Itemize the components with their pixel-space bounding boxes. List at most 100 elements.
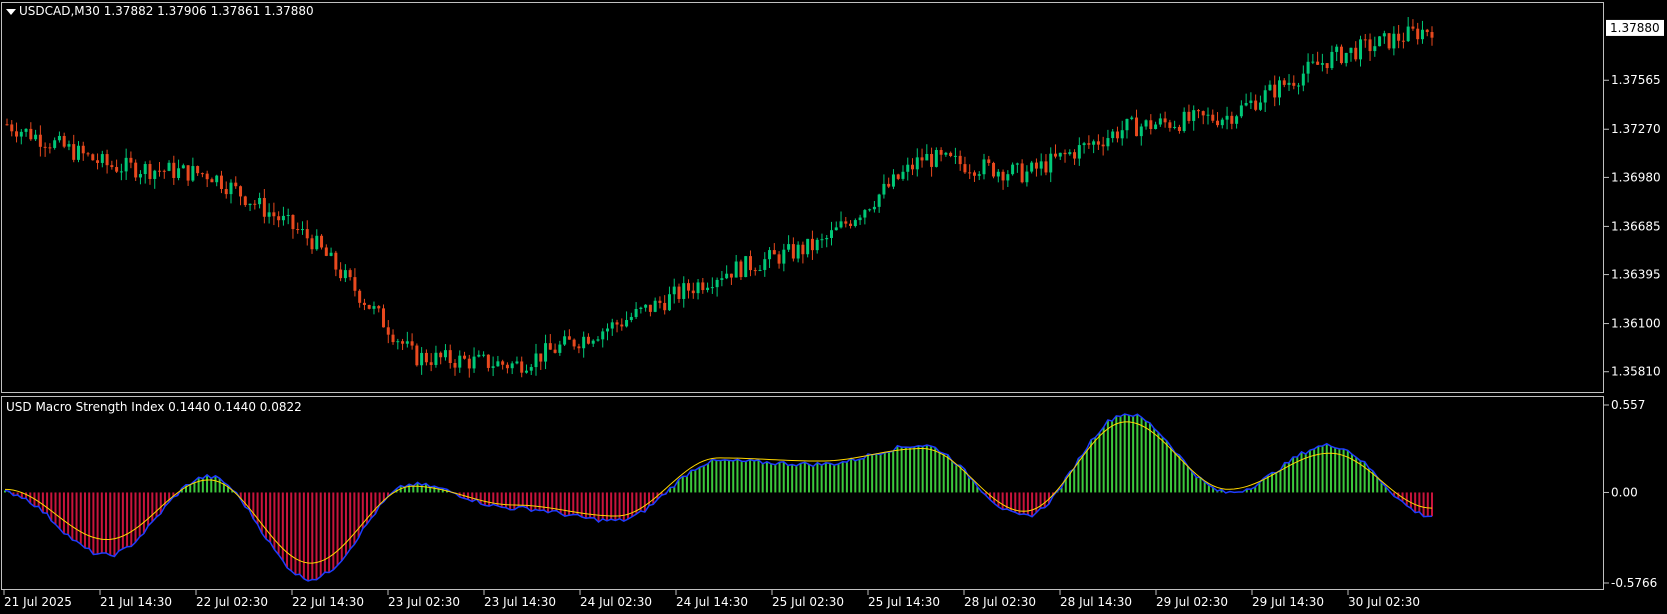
indicator-tick-label: 0.557 [1611, 398, 1645, 412]
candle-body [358, 290, 362, 303]
candle-body [1249, 100, 1253, 103]
candle-body [210, 179, 214, 183]
indicator-title: USD Macro Strength Index 0.1440 0.1440 0… [6, 400, 302, 414]
candle-body [291, 214, 295, 230]
candle-body [1039, 161, 1043, 169]
candle-body [1149, 120, 1153, 130]
candle-body [1292, 82, 1296, 86]
candle-body [386, 327, 390, 335]
candle-body [763, 259, 767, 270]
candle-body [934, 150, 938, 167]
candle-body [849, 223, 853, 227]
candle-body [1082, 143, 1086, 146]
candle-body [172, 162, 176, 178]
candle-body [1297, 85, 1301, 87]
candle-body [1120, 130, 1124, 139]
time-tick-label: 29 Jul 02:30 [1156, 595, 1228, 609]
candle-body [229, 182, 233, 195]
candle-body [458, 355, 462, 368]
candle-body [34, 134, 38, 140]
time-tick-label: 28 Jul 02:30 [964, 595, 1036, 609]
candle-body [277, 216, 281, 221]
candle-body [577, 346, 581, 349]
trading-chart[interactable]: 1.37565 1.37270 1.36980 1.36685 1.36395 1.361… [0, 0, 1667, 614]
candle-body [863, 210, 867, 218]
candle-body [963, 164, 967, 173]
candle-body [1049, 153, 1053, 173]
candle-body [1373, 46, 1377, 52]
candle-body [1411, 26, 1415, 29]
candle-body [958, 155, 962, 165]
candle-body [372, 306, 376, 309]
current-price-label: 1.37880 [1610, 21, 1660, 35]
candle-body [243, 196, 247, 206]
candle-body [258, 197, 262, 205]
candle-body [706, 287, 710, 291]
candle-body [1349, 47, 1353, 53]
indicator-tick-label: 0.00 [1611, 485, 1638, 499]
time-tick-label: 28 Jul 14:30 [1060, 595, 1132, 609]
candle-body [896, 174, 900, 179]
candle-body [119, 171, 123, 173]
candle-body [1330, 51, 1334, 69]
current-price-marker: 1.37880 [1606, 19, 1664, 36]
candle-body [868, 209, 872, 211]
candle-body [1216, 120, 1220, 126]
candle-body [1115, 131, 1119, 139]
candle-body [1382, 33, 1386, 37]
candle-body [410, 341, 414, 346]
candle-body [987, 159, 991, 163]
candle-body [415, 345, 419, 366]
candle-body [1282, 80, 1286, 85]
candle-body [162, 170, 166, 172]
candle-body [558, 344, 562, 353]
candle-body [1092, 141, 1096, 145]
candle-body [1239, 105, 1243, 117]
candle-body [1068, 152, 1072, 155]
candle-body [1139, 126, 1143, 137]
time-tick-label: 23 Jul 14:30 [484, 595, 556, 609]
price-tick-label: 1.37565 [1611, 73, 1661, 87]
candle-body [505, 364, 509, 369]
candle-body [124, 157, 128, 172]
candle-body [639, 307, 643, 309]
candle-body [339, 269, 343, 279]
candle-body [305, 229, 309, 239]
candle-body [267, 212, 271, 217]
candle-body [534, 353, 538, 368]
candle-body [1316, 61, 1320, 65]
symbol-menu-triangle-icon[interactable] [6, 9, 16, 15]
candle-body [315, 235, 319, 250]
candle-body [48, 147, 52, 149]
candle-body [343, 270, 347, 279]
candle-body [710, 287, 714, 289]
candle-body [219, 175, 223, 189]
candle-body [205, 173, 209, 180]
candle-body [1154, 124, 1158, 130]
candle-body [138, 174, 142, 178]
time-tick-label: 24 Jul 02:30 [580, 595, 652, 609]
time-tick-label: 22 Jul 02:30 [196, 595, 268, 609]
candle-body [715, 279, 719, 288]
candle-body [1130, 117, 1134, 119]
candle-body [1273, 84, 1277, 98]
candle-body [310, 238, 314, 250]
candle-body [158, 170, 162, 172]
candle-body [887, 183, 891, 187]
candle-body [610, 322, 614, 329]
candle-body [920, 157, 924, 161]
candle-body [801, 244, 805, 255]
candle-body [515, 361, 519, 364]
candle-body [601, 331, 605, 340]
candle-body [1263, 90, 1267, 103]
candle-body [248, 203, 252, 206]
candle-body [677, 286, 681, 299]
candle-body [1344, 52, 1348, 64]
candle-body [768, 250, 772, 260]
candle-body [110, 165, 114, 168]
candle-body [38, 134, 42, 147]
candle-body [324, 247, 328, 256]
candle-body [353, 277, 357, 291]
candle-body [1225, 115, 1229, 120]
candle-body [1425, 29, 1429, 33]
